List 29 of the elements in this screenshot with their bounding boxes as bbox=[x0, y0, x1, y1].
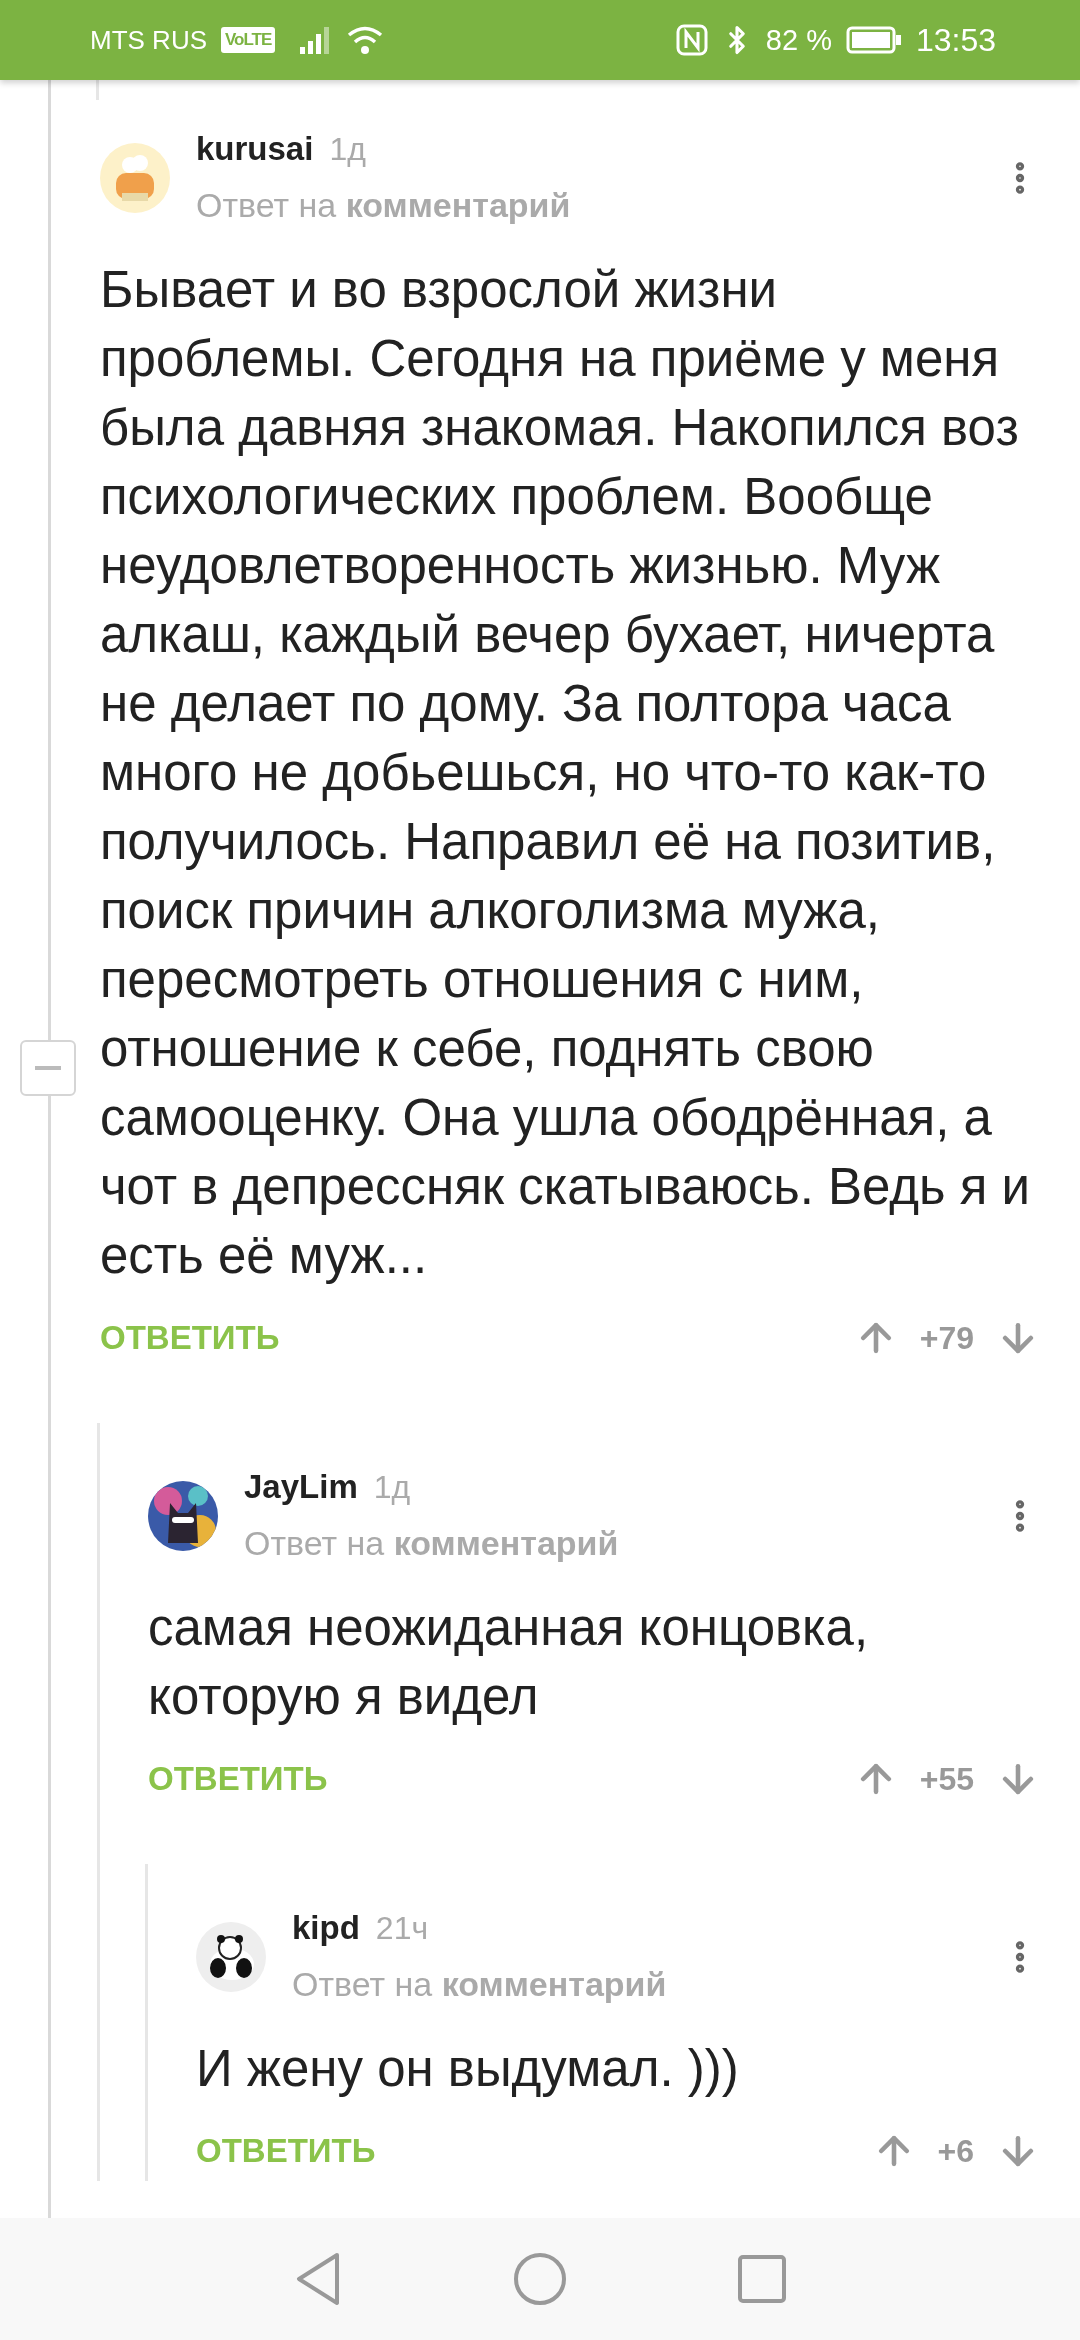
clock-time: 13:53 bbox=[915, 21, 996, 59]
collapse-button[interactable] bbox=[20, 1040, 76, 1096]
wifi-icon bbox=[347, 25, 384, 55]
carrier-name: MTS RUS bbox=[90, 24, 207, 56]
reply-button[interactable]: ОТВЕТИТЬ bbox=[100, 1319, 280, 1357]
network-badge: VoLTE bbox=[221, 27, 276, 53]
reply-to-link[interactable]: Ответ на комментарий bbox=[244, 1524, 974, 1563]
comment-text: Бывает и во взрослой жизни проблемы. Сегодня на приёме у меня была давняя знакомая. Накопился воз психологических проблем. Вообще неудовлетворенность жизнью. Муж алкаш, каждый вечер бухает, ничерта не делает по дому. За полтора часа много не добьешься, но что-то как-то получилось. Направил её на позитив, поиск причин алкоголизма мужа, пересмотреть отношения с ним, отношение к себе, поднять свою самооценку. Она ушла ободрённая, а чот в депрессняк скатываюсь. Ведь я и есть её муж... bbox=[100, 260, 1032, 1286]
author-name[interactable]: JayLim bbox=[244, 1468, 358, 1506]
comment-score: +79 bbox=[919, 1319, 974, 1357]
author-name[interactable]: kipd bbox=[292, 1909, 360, 1947]
reply-button[interactable]: ОТВЕТИТЬ bbox=[148, 1760, 328, 1798]
comment-text: самая неожиданная концовка, которую я видел bbox=[148, 1598, 870, 1727]
comment-score: +55 bbox=[919, 1760, 974, 1798]
comment-age: 1д bbox=[373, 1469, 411, 1506]
nfc-icon bbox=[675, 24, 708, 56]
comment-age: 1д bbox=[329, 131, 366, 168]
comment-score: +6 bbox=[937, 2132, 974, 2170]
reply-button[interactable]: ОТВЕТИТЬ bbox=[196, 2132, 376, 2170]
recents-icon[interactable] bbox=[737, 2254, 787, 2304]
reply-to-link[interactable]: Ответ на комментарий bbox=[292, 1965, 974, 2004]
comment-text: И жену он выдумал. ))) bbox=[196, 2039, 740, 2099]
comment-age: 21ч bbox=[375, 1910, 429, 1947]
battery-icon bbox=[845, 26, 902, 54]
home-icon[interactable] bbox=[513, 2252, 567, 2306]
reply-to-link[interactable]: Ответ на комментарий bbox=[196, 186, 974, 225]
battery-percent: 82 % bbox=[765, 23, 832, 57]
minus-icon bbox=[35, 1066, 61, 1070]
author-name[interactable]: kurusai bbox=[196, 130, 314, 168]
